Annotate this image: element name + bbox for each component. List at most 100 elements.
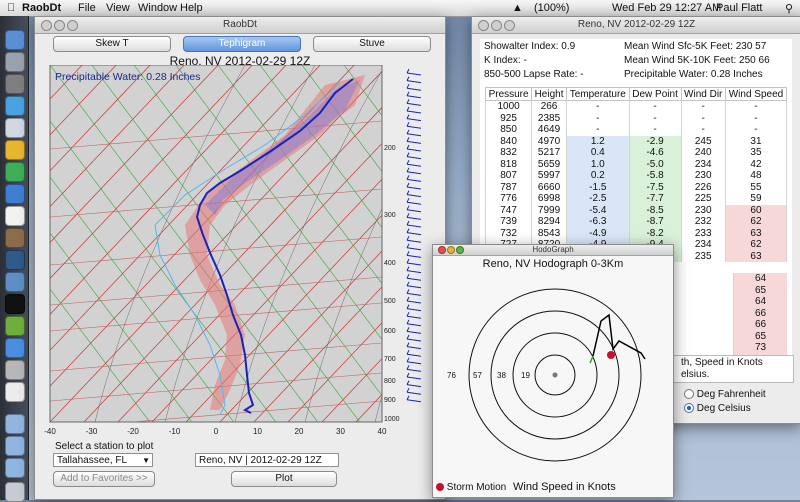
wind-barb	[406, 178, 422, 182]
app-store-icon[interactable]	[5, 338, 25, 358]
table-row[interactable]: 925 2385- - - -	[484, 112, 788, 124]
table-cell: -2.9	[628, 135, 682, 147]
table-row[interactable]: 732 8543 -4.9 -8.2 233 63	[484, 227, 788, 239]
clock[interactable]: Wed Feb 29 12:27 AM	[612, 2, 721, 14]
menu-help[interactable]: Help	[180, 2, 203, 14]
table-row[interactable]: 850 4649- - - -	[484, 124, 788, 136]
table-cell: 8543	[531, 227, 567, 239]
finder-icon[interactable]	[5, 30, 25, 50]
radio-button-selected[interactable]	[684, 403, 694, 414]
table-cell: 776	[484, 193, 533, 205]
mail-icon[interactable]	[5, 118, 25, 138]
wifi-icon[interactable]: ▲	[512, 2, 523, 14]
minimize-icon[interactable]	[447, 246, 455, 254]
close-icon[interactable]	[41, 20, 52, 31]
folder-icon[interactable]	[5, 458, 25, 478]
station-field[interactable]: Reno, NV | 2012-02-29 12Z	[195, 453, 339, 467]
close-icon[interactable]	[438, 246, 446, 254]
close-icon[interactable]	[478, 20, 489, 31]
chevron-down-icon[interactable]: ▼	[142, 454, 150, 468]
wind-speed-cell: 66	[733, 319, 787, 331]
safari-icon[interactable]	[5, 96, 25, 116]
zoom-icon[interactable]	[504, 20, 515, 31]
folder-icon[interactable]	[5, 414, 25, 434]
table-row[interactable]: 807 5997 0.2 -5.8 230 48	[484, 170, 788, 182]
spotlight-icon[interactable]: ⚲	[785, 2, 793, 15]
main-window-titlebar[interactable]: RaobDt	[35, 17, 445, 34]
radio-button[interactable]	[684, 389, 694, 400]
photos-icon[interactable]	[5, 228, 25, 248]
itunes-icon[interactable]	[5, 184, 25, 204]
wind-barb	[406, 285, 422, 289]
wind-barb-flag	[406, 258, 410, 264]
table-row[interactable]: 787 6660 -1.5 -7.5 226 55	[484, 181, 788, 193]
table-cell: 42	[724, 158, 788, 170]
table-cell: 233	[680, 227, 726, 239]
user-menu[interactable]: Paul Flatt	[716, 2, 762, 14]
table-cell: 62	[724, 239, 788, 251]
table-cell: 234	[680, 158, 726, 170]
terminal-icon[interactable]	[5, 294, 25, 314]
hodograph-titlebar[interactable]: HodoGraph	[433, 245, 673, 256]
minimize-icon[interactable]	[54, 20, 65, 31]
system-preferences-icon[interactable]	[5, 360, 25, 380]
table-cell: -8.7	[628, 216, 682, 228]
app-icon[interactable]	[5, 74, 25, 94]
tab-tephigram[interactable]: Tephigram	[183, 36, 301, 52]
calendar-icon[interactable]	[5, 206, 25, 226]
table-cell: -	[724, 100, 788, 113]
facetime-icon[interactable]	[5, 162, 25, 182]
wind-barb-flag	[406, 387, 410, 393]
table-row[interactable]: 739 8294 -6.3 -8.7 232 62	[484, 216, 788, 228]
radio-fahrenheit[interactable]: Deg Fahrenheit	[684, 389, 766, 400]
wind-barb-flag	[406, 349, 410, 355]
column-header[interactable]: Dew Point	[628, 87, 682, 101]
station-select[interactable]: Tallahassee, FL ▼	[53, 453, 153, 467]
column-header[interactable]: Wind Speed	[724, 87, 788, 101]
column-header[interactable]: Wind Dir	[680, 87, 726, 101]
tab-stuve[interactable]: Stuve	[313, 36, 431, 52]
table-row[interactable]: 840 4970 1.2 -2.9 245 31	[484, 135, 788, 147]
chrome-icon[interactable]	[5, 140, 25, 160]
menu-view[interactable]: View	[106, 2, 130, 14]
preview-icon[interactable]	[5, 316, 25, 336]
menu-window[interactable]: Window	[138, 2, 177, 14]
table-row[interactable]: 818 5659 1.0 -5.0 234 42	[484, 158, 788, 170]
add-favorites-button[interactable]: Add to Favorites >>	[53, 471, 155, 487]
textedit-icon[interactable]	[5, 382, 25, 402]
data-window-titlebar[interactable]: Reno, NV 2012-02-29 12Z	[472, 17, 800, 34]
app-menu[interactable]: RaobDt	[22, 2, 61, 14]
pressure-tick-label: 800	[384, 378, 396, 385]
folder-icon[interactable]	[5, 436, 25, 456]
table-cell: 1.0	[565, 158, 630, 170]
radio-celsius[interactable]: Deg Celsius	[684, 403, 751, 414]
column-header[interactable]: Height	[531, 87, 567, 101]
time-machine-icon[interactable]	[5, 250, 25, 270]
wind-barb-flag	[406, 311, 410, 317]
zoom-icon[interactable]	[456, 246, 464, 254]
pressure-tick-label: 1000	[384, 416, 400, 423]
trash-icon[interactable]	[5, 482, 25, 502]
zoom-icon[interactable]	[67, 20, 78, 31]
battery-status[interactable]: (100%)	[534, 2, 569, 14]
wind-barb	[406, 239, 422, 243]
column-header[interactable]: Temperature	[565, 87, 630, 101]
minimize-icon[interactable]	[491, 20, 502, 31]
x-tick-label: 10	[253, 427, 262, 436]
table-row[interactable]: 832 5217 0.4 -4.6 240 35	[484, 147, 788, 159]
plot-button[interactable]: Plot	[231, 471, 337, 487]
xcode-icon[interactable]	[5, 272, 25, 292]
x-tick-label: 30	[336, 427, 345, 436]
table-cell: -	[628, 112, 682, 124]
apple-icon[interactable]: 	[7, 2, 15, 14]
wind-barb	[406, 270, 422, 274]
table-row[interactable]: 776 6998 -2.5 -7.7 225 59	[484, 193, 788, 205]
tab-skew-t[interactable]: Skew T	[53, 36, 171, 52]
column-header[interactable]: Pressure	[484, 87, 533, 101]
tephigram-chart: -40 -30 -20 -10 0 10 20 30 40 200 300 400 500 600 700 8…	[44, 65, 422, 436]
launchpad-icon[interactable]	[5, 52, 25, 72]
table-row[interactable]: 747 7999 -5.4 -8.5 230 60	[484, 204, 788, 216]
table-row[interactable]: 1000 266- - - -	[484, 100, 788, 113]
wind-barb	[406, 216, 422, 220]
menu-file[interactable]: File	[78, 2, 96, 14]
